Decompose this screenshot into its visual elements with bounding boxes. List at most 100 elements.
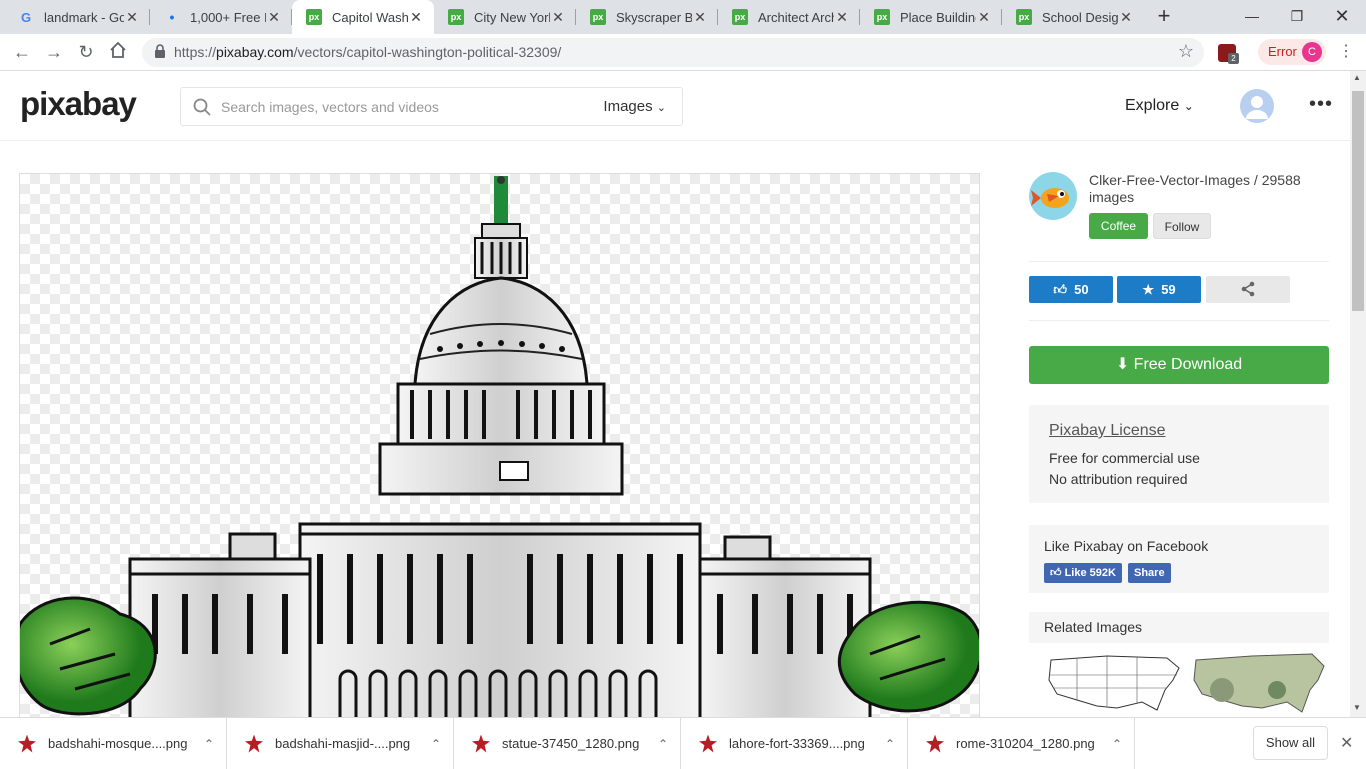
scroll-down-icon[interactable]: ▼ <box>1353 703 1361 712</box>
tab-capitol-washington[interactable]: px Capitol Washin ✕ <box>292 0 434 34</box>
user-avatar[interactable] <box>1240 89 1274 123</box>
search-box[interactable]: Images ⌄ <box>180 87 683 126</box>
scroll-up-icon[interactable]: ▲ <box>1353 73 1361 82</box>
author-avatar[interactable] <box>1029 172 1077 220</box>
user-icon <box>1246 96 1268 119</box>
loading-icon: • <box>169 9 175 25</box>
search-icon <box>193 98 211 121</box>
like-button[interactable]: 👍︎ 50 <box>1029 276 1113 303</box>
search-type-select[interactable]: Images ⌄ <box>603 98 666 115</box>
pixabay-icon: px <box>874 9 890 25</box>
chevron-up-icon[interactable]: ⌃ <box>885 737 895 751</box>
related-image-usa-map[interactable] <box>1047 650 1182 718</box>
chevron-down-icon: ⌄ <box>1183 99 1194 113</box>
facebook-box: Like Pixabay on Facebook 👍︎ Like 592K Sh… <box>1029 525 1329 593</box>
thumbs-up-icon: 👍︎ <box>1050 567 1062 579</box>
license-line: No attribution required <box>1049 471 1188 487</box>
profile-error-button[interactable]: Error C <box>1258 39 1326 65</box>
close-icon[interactable]: ✕ <box>976 9 992 26</box>
profile-avatar: C <box>1302 42 1322 62</box>
divider <box>1029 320 1329 321</box>
download-shelf: badshahi-mosque....png ⌃ badshahi-masjid… <box>0 717 1366 769</box>
pixabay-icon: px <box>448 9 464 25</box>
extension-icon[interactable]: 2 <box>1218 44 1239 64</box>
related-images: Related Images <box>1029 612 1329 718</box>
share-button[interactable] <box>1206 276 1290 303</box>
chevron-down-icon: ⌄ <box>656 102 666 114</box>
related-title: Related Images <box>1029 612 1329 643</box>
favorite-button[interactable]: ★ 59 <box>1117 276 1201 303</box>
chevron-up-icon[interactable]: ⌃ <box>1112 737 1122 751</box>
facebook-like-button[interactable]: 👍︎ Like 592K <box>1044 563 1122 583</box>
forward-button[interactable]: → <box>42 41 66 65</box>
license-link[interactable]: Pixabay License <box>1049 422 1309 440</box>
tab-architect[interactable]: px Architect Arch ✕ <box>718 0 860 34</box>
download-item[interactable]: badshahi-mosque....png ⌃ <box>0 718 227 769</box>
author-name-link[interactable]: Clker-Free-Vector-Images / 29588 images <box>1089 172 1334 206</box>
vertical-scrollbar[interactable]: ▲ ▼ <box>1350 71 1366 717</box>
close-window-button[interactable]: ✕ <box>1322 4 1362 28</box>
pixabay-icon: px <box>306 9 322 25</box>
tab-landmark[interactable]: G landmark - Go ✕ <box>4 0 150 34</box>
scrollbar-thumb[interactable] <box>1352 91 1364 311</box>
facebook-share-button[interactable]: Share <box>1128 563 1171 583</box>
bookmark-star-icon[interactable]: ☆ <box>1178 41 1194 62</box>
download-item[interactable]: lahore-fort-33369....png ⌃ <box>681 718 908 769</box>
restore-button[interactable]: ❐ <box>1277 4 1317 28</box>
main-image[interactable] <box>19 173 980 718</box>
search-input[interactable] <box>221 96 581 118</box>
download-item[interactable]: statue-37450_1280.png ⌃ <box>454 718 681 769</box>
minimize-button[interactable]: — <box>1232 4 1272 28</box>
chevron-up-icon[interactable]: ⌃ <box>204 737 214 751</box>
tab-school-design[interactable]: px School Design ✕ <box>1002 0 1144 34</box>
pixabay-icon: px <box>590 9 606 25</box>
tab-city-new-york[interactable]: px City New York ✕ <box>434 0 576 34</box>
free-download-button[interactable]: ⬇︎ Free Download <box>1029 346 1329 384</box>
url-text: https://pixabay.com/vectors/capitol-wash… <box>174 44 562 60</box>
address-bar[interactable]: https://pixabay.com/vectors/capitol-wash… <box>142 38 1204 67</box>
lock-icon <box>154 44 166 63</box>
related-image-dollar-map[interactable] <box>1192 650 1327 718</box>
chevron-up-icon[interactable]: ⌃ <box>431 737 441 751</box>
capitol-illustration <box>20 176 979 717</box>
new-tab-button[interactable]: + <box>1152 5 1176 29</box>
close-icon[interactable]: ✕ <box>1118 9 1134 26</box>
download-item[interactable]: badshahi-masjid-....png ⌃ <box>227 718 454 769</box>
download-icon: ⬇︎ <box>1115 356 1130 373</box>
menu-kebab-icon[interactable]: ⋮ <box>1334 41 1358 65</box>
close-icon[interactable]: ✕ <box>266 9 282 26</box>
share-icon <box>1241 281 1255 297</box>
close-icon[interactable]: ✕ <box>408 9 424 26</box>
home-button[interactable] <box>106 41 130 65</box>
close-icon[interactable]: ✕ <box>834 9 850 26</box>
chevron-up-icon[interactable]: ⌃ <box>658 737 668 751</box>
pixabay-icon: px <box>732 9 748 25</box>
pixabay-logo[interactable]: pixabay <box>20 85 137 123</box>
close-icon[interactable]: ✕ <box>1340 733 1353 753</box>
follow-button[interactable]: Follow <box>1153 213 1211 239</box>
extension-badge: 2 <box>1228 53 1239 64</box>
close-icon[interactable]: ✕ <box>124 9 140 26</box>
back-button[interactable]: ← <box>10 41 34 65</box>
home-icon <box>110 41 126 58</box>
tab-skyscraper[interactable]: px Skyscraper Bui ✕ <box>576 0 718 34</box>
explore-menu[interactable]: Explore ⌄ <box>1125 97 1194 115</box>
close-icon[interactable]: ✕ <box>550 9 566 26</box>
fish-icon <box>1031 188 1069 208</box>
facebook-title: Like Pixabay on Facebook <box>1044 538 1209 554</box>
license-box: Pixabay License Free for commercial use … <box>1029 405 1329 503</box>
tab-strip: G landmark - Go ✕ • 1,000+ Free Bu ✕ px … <box>0 0 1366 34</box>
coffee-button[interactable]: Coffee <box>1089 213 1148 239</box>
divider <box>1029 261 1329 262</box>
image-file-icon <box>699 734 717 753</box>
pixabay-icon: px <box>1016 9 1032 25</box>
reload-button[interactable]: ↻ <box>74 41 98 65</box>
download-item[interactable]: rome-310204_1280.png ⌃ <box>908 718 1135 769</box>
close-icon[interactable]: ✕ <box>692 9 708 26</box>
more-options-icon[interactable]: ••• <box>1309 93 1333 116</box>
site-header: pixabay Images ⌄ Explore ⌄ ••• <box>0 71 1350 141</box>
show-all-button[interactable]: Show all <box>1253 726 1328 760</box>
tab-place-building[interactable]: px Place Building ✕ <box>860 0 1002 34</box>
star-icon: ★ <box>1142 282 1154 297</box>
tab-free-buildings[interactable]: • 1,000+ Free Bu ✕ <box>150 0 292 34</box>
